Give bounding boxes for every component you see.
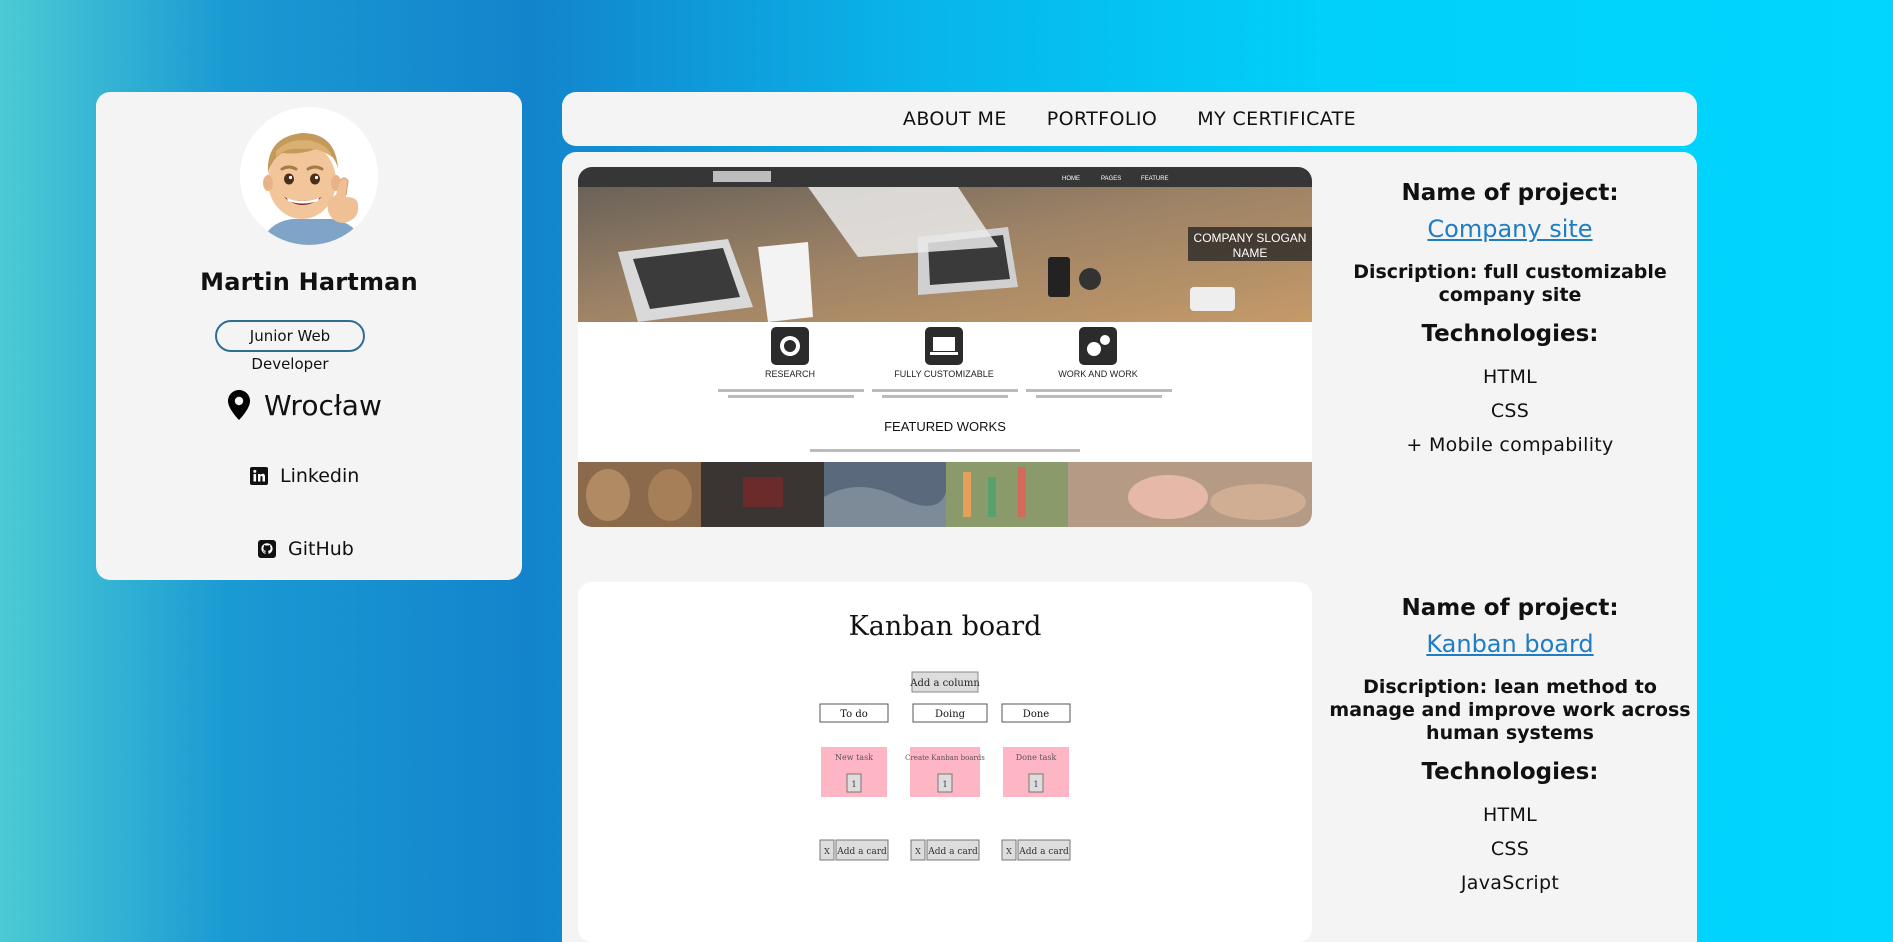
preview-nav-home: HOME: [1062, 176, 1080, 182]
kanban-card-text: Done task: [1016, 753, 1057, 762]
kanban-add-card: Add a card: [836, 847, 887, 857]
kanban-board-preview[interactable]: Kanban board Add a column To do Doing Do…: [578, 582, 1312, 942]
nav-portfolio[interactable]: PORTFOLIO: [1047, 108, 1157, 130]
tech-item: HTML: [1482, 804, 1538, 826]
kanban-column-todo: To do: [840, 709, 868, 720]
kanban-board-preview-image: Kanban board Add a column To do Doing Do…: [578, 582, 1312, 942]
kanban-card-text: New task: [835, 753, 873, 762]
svg-text:COMPANY SLOGAN: COMPANY SLOGAN: [1194, 231, 1307, 245]
kanban-x-button: X: [1006, 847, 1012, 856]
preview-nav-pages: PAGES: [1101, 176, 1121, 182]
kanban-x-button: X: [824, 847, 830, 856]
tech-item: + Mobile compability: [1406, 434, 1614, 456]
kanban-add-card: Add a card: [927, 847, 978, 857]
kanban-board-link[interactable]: Kanban board: [1320, 630, 1700, 658]
preview-feature-customizable: FULLY CUSTOMIZABLE: [894, 369, 994, 379]
github-icon: [258, 540, 276, 558]
github-label: GitHub: [288, 538, 354, 560]
profile-name: Martin Hartman: [200, 268, 418, 296]
technologies-list: HTML CSS + Mobile compability: [1320, 360, 1700, 462]
kanban-card-count: 1: [942, 780, 947, 789]
kanban-x-button: X: [915, 847, 921, 856]
kanban-title: Kanban board: [849, 611, 1042, 642]
preview-feature-work: WORK AND WORK: [1058, 369, 1138, 379]
tech-item: CSS: [1490, 400, 1530, 422]
role-badge: Junior Web Developer: [215, 320, 365, 373]
technologies-list: HTML CSS JavaScript: [1320, 798, 1700, 900]
nav-my-certificate[interactable]: MY CERTIFICATE: [1197, 108, 1356, 130]
company-site-preview-image: HOME PAGES FEATURE COMPANY SLOGAN NAME R…: [578, 167, 1312, 527]
svg-text:NAME: NAME: [1233, 246, 1268, 260]
memoji-avatar-image: [240, 107, 378, 245]
kanban-add-card: Add a card: [1018, 847, 1069, 857]
project-name-label: Name of project:: [1401, 180, 1619, 206]
preview-nav-feature: FEATURE: [1141, 176, 1169, 182]
github-link[interactable]: GitHub: [258, 538, 354, 560]
technologies-label: Technologies:: [1421, 759, 1599, 785]
map-pin-icon: [228, 390, 250, 420]
linkedin-label: Linkedin: [280, 465, 360, 487]
tech-item: HTML: [1482, 366, 1538, 388]
kanban-card-text: Create Kanban boards: [905, 754, 985, 762]
kanban-card-count: 1: [1033, 780, 1038, 789]
technologies-label: Technologies:: [1421, 321, 1599, 347]
linkedin-link[interactable]: Linkedin: [250, 465, 359, 487]
profile-card: Martin Hartman Junior Web Developer Wroc…: [96, 92, 522, 580]
linkedin-icon: [250, 467, 268, 485]
project-description: Discription: full customizable company s…: [1353, 261, 1667, 306]
company-site-preview[interactable]: HOME PAGES FEATURE COMPANY SLOGAN NAME R…: [578, 167, 1312, 527]
company-site-info: Name of project: Company site Discriptio…: [1320, 180, 1700, 462]
project-name-label: Name of project:: [1401, 595, 1619, 621]
nav-about-me[interactable]: ABOUT ME: [903, 108, 1007, 130]
top-navigation: ABOUT ME PORTFOLIO MY CERTIFICATE: [562, 92, 1697, 146]
tech-item: CSS: [1490, 838, 1530, 860]
avatar: [240, 107, 378, 245]
location: Wrocław: [228, 385, 382, 425]
kanban-column-doing: Doing: [935, 709, 966, 720]
company-site-link[interactable]: Company site: [1320, 215, 1700, 243]
kanban-card-count: 1: [851, 780, 856, 789]
kanban-board-info: Name of project: Kanban board Discriptio…: [1320, 595, 1700, 900]
kanban-add-column: Add a column: [909, 678, 980, 689]
project-description: Discription: lean method to manage and i…: [1329, 676, 1691, 744]
preview-featured-title: FEATURED WORKS: [884, 419, 1006, 434]
location-text: Wrocław: [264, 388, 382, 422]
portfolio-panel: HOME PAGES FEATURE COMPANY SLOGAN NAME R…: [562, 152, 1697, 942]
kanban-column-done: Done: [1023, 709, 1049, 720]
preview-feature-research: RESEARCH: [765, 369, 815, 379]
tech-item: JavaScript: [1460, 872, 1560, 894]
